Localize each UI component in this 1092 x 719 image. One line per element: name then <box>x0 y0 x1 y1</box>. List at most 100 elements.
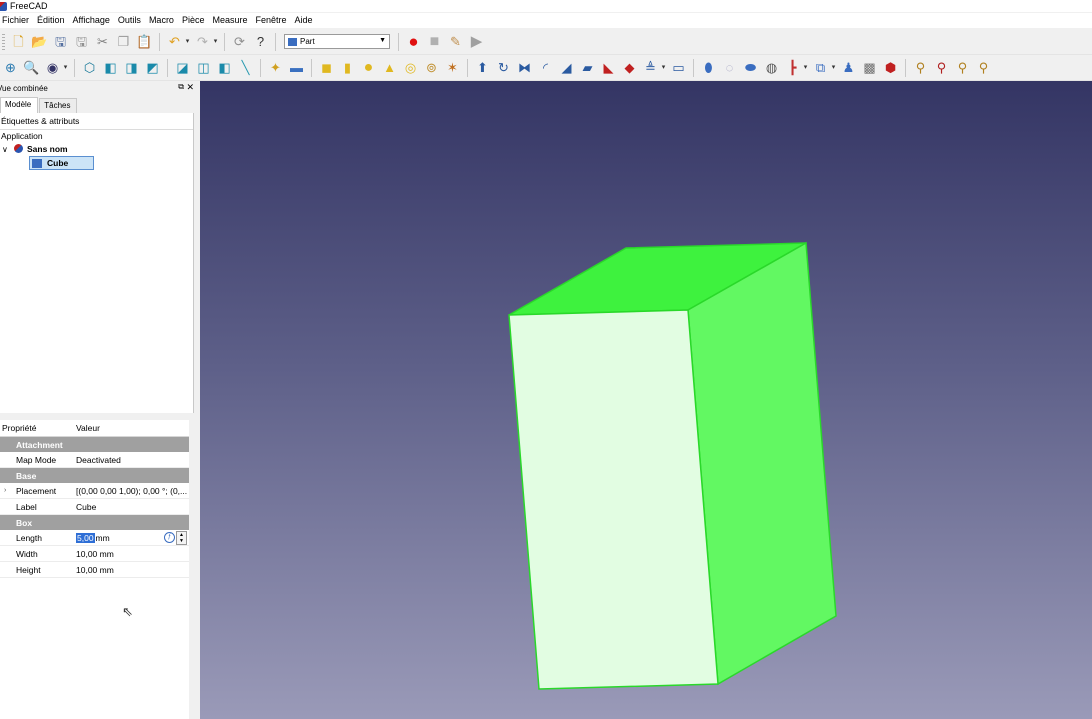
property-row-height[interactable]: Height 10,00 mm <box>0 562 189 578</box>
tree-document-item[interactable]: ∨ Sans nom <box>0 143 193 156</box>
3d-scene[interactable] <box>200 81 1092 719</box>
part-extrude-icon[interactable]: ⬆ <box>474 59 492 77</box>
check-geometry-icon[interactable]: ▩ <box>861 59 879 77</box>
workbench-selector[interactable]: Part ▼ <box>284 34 390 49</box>
boolean-icon[interactable]: ⬮ <box>700 59 718 77</box>
menu-piece[interactable]: Pièce <box>179 13 210 28</box>
macro-record-icon[interactable]: ● <box>405 32 423 51</box>
save-as-icon[interactable]: 🖫 <box>73 33 91 51</box>
draw-style-icon[interactable]: ◉ <box>44 59 62 77</box>
chevron-right-icon[interactable]: › <box>4 487 6 494</box>
3d-viewport[interactable] <box>200 81 1092 719</box>
part-ruled-surface-icon[interactable]: ◣ <box>600 59 618 77</box>
menu-edition[interactable]: Édition <box>34 13 70 28</box>
part-cylinder-icon[interactable]: ▮ <box>339 59 357 77</box>
macro-stop-icon[interactable]: ■ <box>426 33 444 51</box>
join-dropdown-icon[interactable]: ▾ <box>802 59 809 77</box>
part-fillet-icon[interactable]: ◜ <box>537 59 555 77</box>
view-front-icon[interactable]: ◧ <box>102 59 120 77</box>
redo-dropdown-icon[interactable]: ▾ <box>212 33 219 51</box>
chevron-down-icon[interactable]: ∨ <box>2 143 12 156</box>
length-value-selected[interactable]: 5,00 <box>76 532 95 543</box>
view-bottom-icon[interactable]: ◫ <box>195 59 213 77</box>
draw-style-dropdown-icon[interactable]: ▾ <box>62 59 69 77</box>
copy-icon[interactable]: ❐ <box>115 33 133 51</box>
part-sweep-icon[interactable]: ≜ <box>642 59 660 77</box>
part-cone-icon[interactable]: ▲ <box>381 59 399 77</box>
view-left-icon[interactable]: ◧ <box>216 59 234 77</box>
menu-outils[interactable]: Outils <box>115 13 146 28</box>
undo-icon[interactable]: ↶ <box>166 33 184 51</box>
part-revolve-icon[interactable]: ↻ <box>495 59 513 77</box>
paste-icon[interactable]: 📋 <box>136 33 154 51</box>
property-group-base[interactable]: Base <box>0 468 189 483</box>
property-value[interactable]: Deactivated <box>76 455 189 465</box>
undo-dropdown-icon[interactable]: ▾ <box>184 33 191 51</box>
menu-fichier[interactable]: Fichier <box>0 13 34 28</box>
property-value[interactable]: [(0,00 0,00 1,00); 0,00 °; (0,... <box>76 486 189 496</box>
cube-front-face[interactable] <box>508 309 719 690</box>
boolean-cut-icon[interactable]: ◌ <box>721 59 739 77</box>
part-parts-icon[interactable]: ✦ <box>267 59 285 77</box>
expression-icon[interactable]: ƒ <box>164 532 175 543</box>
property-value[interactable]: 10,00 mm <box>76 549 189 559</box>
measure-refresh-icon[interactable]: ⚲ <box>954 59 972 77</box>
property-row-map-mode[interactable]: Map Mode Deactivated <box>0 452 189 468</box>
boolean-fuse-icon[interactable]: ⬬ <box>742 59 760 77</box>
sweep-dropdown-icon[interactable]: ▾ <box>660 59 667 77</box>
menu-macro[interactable]: Macro <box>146 13 179 28</box>
refresh-icon[interactable]: ⟳ <box>231 33 249 51</box>
property-group-attachment[interactable]: Attachment <box>0 437 189 452</box>
join-features-icon[interactable]: ┣ <box>784 59 802 77</box>
menu-fenetre[interactable]: Fenêtre <box>252 13 291 28</box>
property-value[interactable]: Cube <box>76 502 189 512</box>
property-row-width[interactable]: Width 10,00 mm <box>0 546 189 562</box>
view-right-icon[interactable]: ◩ <box>144 59 162 77</box>
split-tools-icon[interactable]: ⧉ <box>812 59 830 77</box>
part-torus-icon[interactable]: ◎ <box>402 59 420 77</box>
property-row-placement[interactable]: › Placement [(0,00 0,00 1,00); 0,00 °; (… <box>0 483 189 499</box>
property-group-box[interactable]: Box <box>0 515 189 530</box>
menu-affichage[interactable]: Affichage <box>70 13 115 28</box>
selected-tree-item[interactable]: Cube <box>29 156 94 170</box>
part-make-face-icon[interactable]: ▰ <box>579 59 597 77</box>
property-row-label[interactable]: Label Cube <box>0 499 189 515</box>
menu-aide[interactable]: Aide <box>292 13 318 28</box>
measure-clear-icon[interactable]: ⚲ <box>975 59 993 77</box>
property-row-length[interactable]: Length 5,00 mm ƒ ▲ ▼ <box>0 530 189 546</box>
tree-column-header[interactable]: Étiquettes & attributs <box>0 113 193 130</box>
tree-cube-item[interactable]: Cube <box>0 156 193 170</box>
toolbar-grip[interactable] <box>2 33 5 50</box>
property-column-header[interactable]: Propriété <box>0 423 76 433</box>
tab-taches[interactable]: Tâches <box>39 98 78 113</box>
open-folder-icon[interactable]: 📂 <box>31 33 49 51</box>
group-folder-icon[interactable]: ▬ <box>288 59 306 77</box>
part-box-icon[interactable]: ◼ <box>318 59 336 77</box>
property-value[interactable]: 10,00 mm <box>76 565 189 575</box>
part-tube-icon[interactable]: ⊚ <box>423 59 441 77</box>
macro-edit-icon[interactable]: ✎ <box>447 33 465 51</box>
part-loft-icon[interactable]: ◆ <box>621 59 639 77</box>
part-chamfer-icon[interactable]: ◢ <box>558 59 576 77</box>
measure-angular-icon[interactable]: ⚲ <box>933 59 951 77</box>
view-isometric-icon[interactable]: ⬡ <box>81 59 99 77</box>
compound-tools-icon[interactable]: ♟ <box>840 59 858 77</box>
part-sphere-icon[interactable]: ● <box>360 59 378 77</box>
fit-selection-icon[interactable]: 🔍 <box>23 59 41 77</box>
part-thickness-icon[interactable]: ▭ <box>670 59 688 77</box>
panel-splitter[interactable] <box>0 413 193 419</box>
defeaturing-icon[interactable]: ⬢ <box>882 59 900 77</box>
boolean-common-icon[interactable]: ◍ <box>763 59 781 77</box>
close-icon[interactable]: ✕ <box>186 82 194 93</box>
new-file-icon[interactable]: 🗋 <box>10 33 28 51</box>
redo-icon[interactable]: ↷ <box>194 33 212 51</box>
part-mirror-icon[interactable]: ⧓ <box>516 59 534 77</box>
spinbox-arrows-icon[interactable]: ▲ ▼ <box>176 531 187 545</box>
whats-this-icon[interactable]: ? <box>252 33 270 51</box>
view-top-icon[interactable]: ◨ <box>123 59 141 77</box>
measure-distance-icon[interactable]: ╲ <box>237 59 255 77</box>
split-dropdown-icon[interactable]: ▾ <box>830 59 837 77</box>
view-rear-icon[interactable]: ◪ <box>174 59 192 77</box>
part-primitives-icon[interactable]: ✶ <box>444 59 462 77</box>
fit-all-icon[interactable]: ⊕ <box>2 59 20 77</box>
